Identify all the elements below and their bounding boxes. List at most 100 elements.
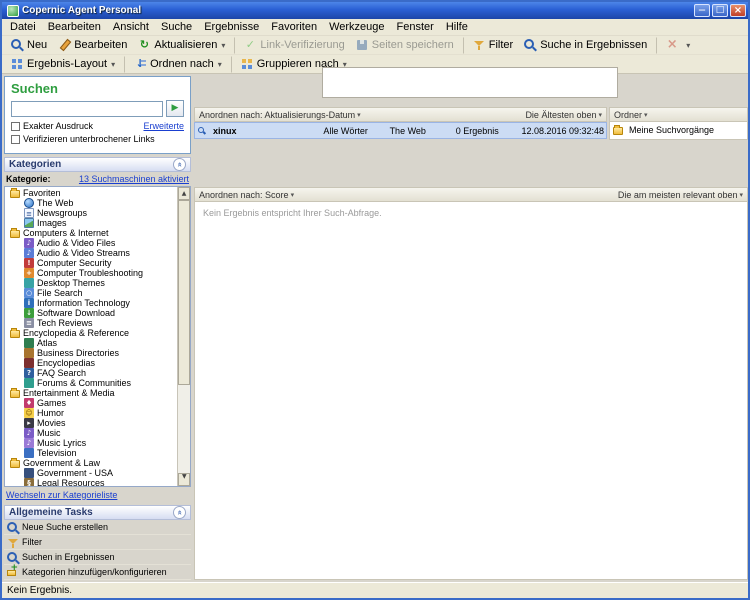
collapse-chevron-icon[interactable] bbox=[173, 506, 186, 519]
scroll-down-icon[interactable] bbox=[178, 473, 190, 486]
tree-item[interactable]: Computer Security bbox=[6, 258, 176, 268]
toolbar-button[interactable]: Ergebnis-Layout bbox=[5, 56, 120, 73]
toolbar-button[interactable]: Bearbeiten bbox=[52, 37, 132, 54]
tree-item[interactable]: Television bbox=[6, 448, 176, 458]
results-sort-field[interactable]: Anordnen nach: Aktualisierungs-Datum ▾ bbox=[199, 110, 361, 120]
advanced-search-link[interactable]: Erweiterte bbox=[143, 121, 184, 131]
task-item[interactable]: Suchen in Ergebnissen bbox=[4, 550, 191, 565]
tree-item[interactable]: Forums & Communities bbox=[6, 378, 176, 388]
tree-item-label: Software Download bbox=[37, 308, 115, 318]
tree-item[interactable]: Music bbox=[6, 428, 176, 438]
tree-item-label: Music Lyrics bbox=[37, 438, 86, 448]
exact-phrase-checkbox[interactable] bbox=[11, 122, 20, 131]
tree-item[interactable]: Encyclopedias bbox=[6, 358, 176, 368]
tree-item[interactable]: Encyclopedia & Reference bbox=[6, 328, 176, 338]
tree-item[interactable]: Atlas bbox=[6, 338, 176, 348]
menu-item[interactable]: Fenster bbox=[391, 20, 440, 34]
toolbar-button-label: Neu bbox=[27, 39, 47, 51]
toolbar-button[interactable]: Filter bbox=[463, 37, 518, 54]
tree-item[interactable]: Games bbox=[6, 398, 176, 408]
result-match-mode: Alle Wörter bbox=[323, 126, 386, 136]
tree-item[interactable]: Government - USA bbox=[6, 468, 176, 478]
window-controls bbox=[694, 4, 746, 17]
tree-item-label: Government & Law bbox=[23, 458, 100, 468]
menu-item[interactable]: Ansicht bbox=[107, 20, 155, 34]
tree-item[interactable]: Legal Resources bbox=[6, 478, 176, 487]
filter-icon bbox=[472, 38, 486, 52]
detail-sort-direction[interactable]: Die am meisten relevant oben ▾ bbox=[618, 190, 743, 200]
tree-item[interactable]: Newsgroups bbox=[6, 208, 176, 218]
toolbar-button[interactable]: Suche in Ergebnissen bbox=[518, 37, 652, 54]
menu-item[interactable]: Suche bbox=[155, 20, 198, 34]
tree-item[interactable]: Tech Reviews bbox=[6, 318, 176, 328]
minimize-button[interactable] bbox=[694, 4, 710, 17]
refresh-icon bbox=[137, 38, 151, 52]
tree-item[interactable]: File Search bbox=[6, 288, 176, 298]
audio-video-streams-icon bbox=[24, 248, 34, 258]
tree-item[interactable]: Audio & Video Files bbox=[6, 238, 176, 248]
tree-scrollbar[interactable] bbox=[177, 187, 190, 486]
search-result-row[interactable]: xinux Alle Wörter The Web 0 Ergebnis 12.… bbox=[194, 122, 607, 139]
tree-item[interactable]: Government & Law bbox=[6, 458, 176, 468]
tree-item[interactable]: Entertainment & Media bbox=[6, 388, 176, 398]
tree-item[interactable]: Images bbox=[6, 218, 176, 228]
menu-item[interactable]: Bearbeiten bbox=[42, 20, 107, 34]
detail-empty-area: Kein Ergebnis entspricht Ihrer Such-Abfr… bbox=[194, 202, 748, 580]
sort-order-icon bbox=[133, 57, 147, 71]
tree-item[interactable]: Humor bbox=[6, 408, 176, 418]
link-verify-icon bbox=[243, 38, 257, 52]
computer-troubleshooting-icon bbox=[24, 268, 34, 278]
images-icon bbox=[24, 218, 34, 228]
search-go-button[interactable] bbox=[166, 100, 184, 117]
business-directories-icon bbox=[24, 348, 34, 358]
toolbar-button[interactable]: Aktualisieren bbox=[132, 37, 230, 54]
menu-item[interactable]: Datei bbox=[4, 20, 42, 34]
verify-links-checkbox[interactable] bbox=[11, 135, 20, 144]
folders-header-label[interactable]: Ordner ▾ bbox=[614, 110, 648, 120]
collapse-chevron-icon[interactable] bbox=[173, 158, 186, 171]
tree-item[interactable]: Favoriten bbox=[6, 188, 176, 198]
tree-item-label: Favoriten bbox=[23, 188, 61, 198]
tree-item[interactable]: Music Lyrics bbox=[6, 438, 176, 448]
maximize-button[interactable] bbox=[712, 4, 728, 17]
tree-item[interactable]: Business Directories bbox=[6, 348, 176, 358]
task-item[interactable]: Neue Suche erstellen bbox=[4, 520, 191, 535]
detail-sort-field[interactable]: Anordnen nach: Score ▾ bbox=[199, 190, 294, 200]
search-item-icon bbox=[197, 126, 207, 136]
menu-item[interactable]: Hilfe bbox=[440, 20, 474, 34]
menu-item[interactable]: Ergebnisse bbox=[198, 20, 265, 34]
toolbar-button[interactable]: Ordnen nach bbox=[124, 56, 227, 73]
folder-item[interactable]: Meine Suchvorgänge bbox=[610, 122, 747, 138]
search-results-icon bbox=[523, 38, 537, 52]
folders-panel: Ordner ▾ Meine Suchvorgänge bbox=[609, 107, 748, 140]
menu-item[interactable]: Favoriten bbox=[265, 20, 323, 34]
scroll-up-icon[interactable] bbox=[178, 187, 190, 200]
tree-item[interactable]: Audio & Video Streams bbox=[6, 248, 176, 258]
switch-category-list-link[interactable]: Wechseln zur Kategorieliste bbox=[6, 490, 117, 500]
task-item[interactable]: Filter bbox=[4, 535, 191, 550]
tree-item[interactable]: FAQ Search bbox=[6, 368, 176, 378]
tree-item[interactable]: Desktop Themes bbox=[6, 278, 176, 288]
tree-item[interactable]: Movies bbox=[6, 418, 176, 428]
tree-item[interactable]: Computers & Internet bbox=[6, 228, 176, 238]
task-item[interactable]: Kategorien hinzufügen/konfigurieren bbox=[4, 565, 191, 580]
dropdown-arrow-icon: ▾ bbox=[291, 191, 295, 199]
main-toolbar: Neu Bearbeiten Aktualisieren Link-Verifi… bbox=[2, 36, 748, 55]
tree-item[interactable]: Information Technology bbox=[6, 298, 176, 308]
search-input[interactable] bbox=[11, 101, 163, 117]
scroll-thumb[interactable] bbox=[178, 200, 190, 385]
toolbar-button[interactable]: Neu bbox=[5, 37, 52, 54]
close-button[interactable] bbox=[730, 4, 746, 17]
movies-icon bbox=[24, 418, 34, 428]
tree-item-label: Television bbox=[37, 448, 77, 458]
tree-item-label: The Web bbox=[37, 198, 73, 208]
tree-item[interactable]: Computer Troubleshooting bbox=[6, 268, 176, 278]
tree-item[interactable]: Software Download bbox=[6, 308, 176, 318]
tree-item-label: FAQ Search bbox=[37, 368, 86, 378]
results-sort-direction[interactable]: Die Ältesten oben ▾ bbox=[525, 110, 602, 120]
menu-item[interactable]: Werkzeuge bbox=[323, 20, 390, 34]
search-engines-link[interactable]: 13 Suchmaschinen aktiviert bbox=[79, 174, 189, 184]
sidebar: Suchen Exakter Ausdruck Erweiterte Verif… bbox=[4, 76, 191, 580]
tree-item[interactable]: The Web bbox=[6, 198, 176, 208]
tree-item-label: Computer Security bbox=[37, 258, 112, 268]
